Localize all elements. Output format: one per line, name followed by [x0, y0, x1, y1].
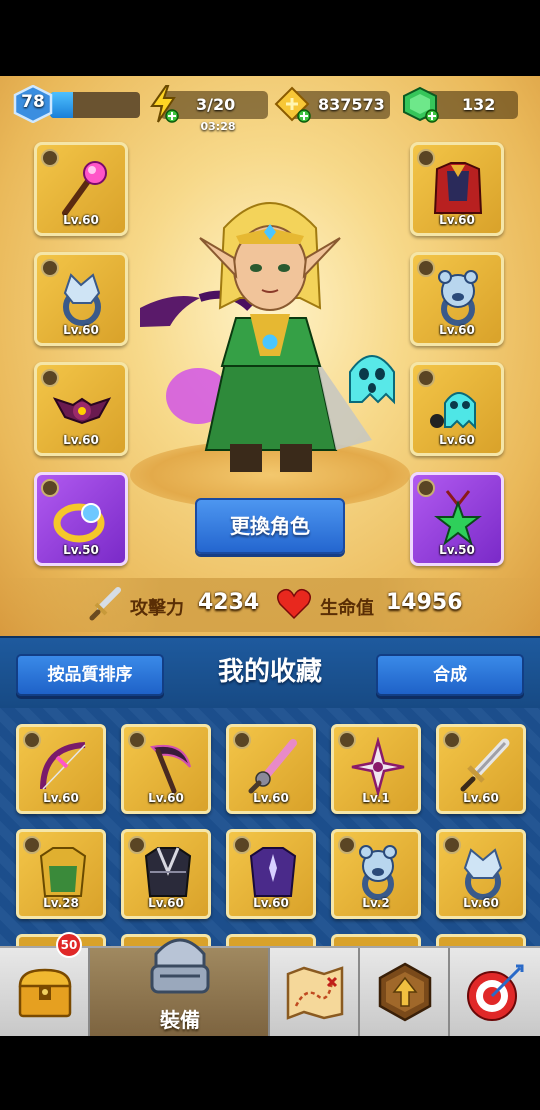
collection-card[interactable]: Lv.60 [16, 724, 106, 814]
dark-armor-icon [144, 847, 192, 897]
gem-value: 132 [462, 95, 496, 114]
gold-coin-icon [274, 86, 311, 123]
slot-armor[interactable]: Lv.60 [410, 142, 504, 236]
system-bar-area [0, 1036, 540, 1110]
gold-armor-icon [39, 847, 87, 897]
card-level: Lv.60 [148, 791, 184, 805]
slot-level: Lv.60 [63, 213, 99, 227]
status-bar-area [0, 0, 540, 76]
slot-level: Lv.60 [63, 323, 99, 337]
nav-tab-target[interactable] [450, 948, 540, 1036]
staff-icon [62, 161, 107, 216]
card-level: Lv.28 [43, 896, 79, 910]
collection-card[interactable]: Lv.2 [331, 829, 421, 919]
shuriken-icon [351, 737, 405, 797]
bow-icon [40, 742, 86, 790]
treasure-chest-icon [18, 968, 72, 1018]
slot-level: Lv.50 [439, 543, 475, 557]
target-icon [467, 964, 524, 1021]
bat-pet-icon [52, 397, 112, 425]
collection-card[interactable]: Lv.28 [16, 829, 106, 919]
slot-ring-1[interactable]: Lv.60 [34, 252, 128, 346]
chest-badge: 50 [56, 932, 82, 958]
attack-label: 攻擊力 [130, 598, 184, 619]
slot-ring-2[interactable]: Lv.50 [34, 472, 128, 566]
card-level: Lv.60 [463, 896, 499, 910]
slot-level: Lv.60 [439, 213, 475, 227]
slot-level: Lv.60 [63, 433, 99, 447]
collection-card[interactable]: Lv.60 [226, 724, 316, 814]
nav-tab-map[interactable] [270, 948, 360, 1036]
gold-ring-icon [53, 503, 105, 543]
attack-value: 4234 [198, 590, 260, 615]
card-level: Lv.60 [43, 791, 79, 805]
bear-ring-icon [359, 845, 397, 900]
heart-icon [277, 588, 311, 620]
armor-helmet-icon [150, 938, 210, 994]
card-level: Lv.60 [148, 896, 184, 910]
collection-card[interactable]: Lv.60 [121, 724, 211, 814]
ghost-pet-icon [430, 392, 476, 430]
scythe-icon [149, 745, 191, 794]
merge-button[interactable]: 合成 [376, 654, 524, 696]
slot-level: Lv.50 [63, 543, 99, 557]
collection-card[interactable]: Lv.1 [331, 724, 421, 814]
card-level: Lv.60 [463, 791, 499, 805]
player-level: 78 [21, 92, 45, 112]
sword-icon [89, 587, 121, 621]
card-level: Lv.1 [362, 791, 390, 805]
gem-icon [403, 86, 439, 123]
collection-card[interactable]: Lv.60 [226, 829, 316, 919]
bear-ring-icon [438, 270, 478, 326]
star-amulet-icon [434, 490, 482, 546]
energy-value: 3/20 [196, 95, 236, 114]
nav-tab-upgrade[interactable] [360, 948, 450, 1036]
slot-level: Lv.60 [439, 323, 475, 337]
cape-armor-icon [433, 162, 483, 214]
slot-pet-1[interactable]: Lv.60 [34, 362, 128, 456]
collection-card[interactable]: Lv.60 [121, 829, 211, 919]
xp-bar [50, 92, 140, 118]
spiked-sword-icon [248, 739, 297, 794]
energy-timer: 03:28 [200, 120, 236, 133]
map-icon [286, 966, 344, 1020]
collection-card[interactable]: Lv.60 [436, 829, 526, 919]
nav-equip-label: 裝備 [160, 1008, 200, 1032]
slot-pet-2[interactable]: Lv.60 [410, 362, 504, 456]
upgrade-arrow-icon [378, 962, 432, 1022]
energy-bolt-icon [150, 85, 179, 123]
great-sword-icon [460, 738, 510, 792]
collection-title: 我的收藏 [217, 657, 322, 687]
hp-label: 生命值 [320, 598, 374, 619]
slot-ring-3[interactable]: Lv.60 [410, 252, 504, 346]
hero-character[interactable] [140, 188, 400, 488]
sort-by-quality-button[interactable]: 按品質排序 [16, 654, 164, 696]
change-hero-button[interactable]: 更換角色 [195, 498, 345, 554]
card-level: Lv.60 [253, 791, 289, 805]
wolf-ring-icon [63, 273, 101, 326]
slot-weapon[interactable]: Lv.60 [34, 142, 128, 236]
collection-card[interactable]: Lv.60 [436, 724, 526, 814]
hp-value: 14956 [386, 590, 463, 615]
wolf-ring-icon [463, 848, 503, 900]
card-level: Lv.2 [362, 896, 390, 910]
purple-armor-icon [249, 847, 297, 897]
ghost-companion-icon [349, 355, 395, 405]
card-level: Lv.60 [253, 896, 289, 910]
nav-tab-chest[interactable] [0, 948, 90, 1036]
gold-value: 837573 [318, 95, 385, 114]
slot-level: Lv.60 [439, 433, 475, 447]
slot-amulet[interactable]: Lv.50 [410, 472, 504, 566]
